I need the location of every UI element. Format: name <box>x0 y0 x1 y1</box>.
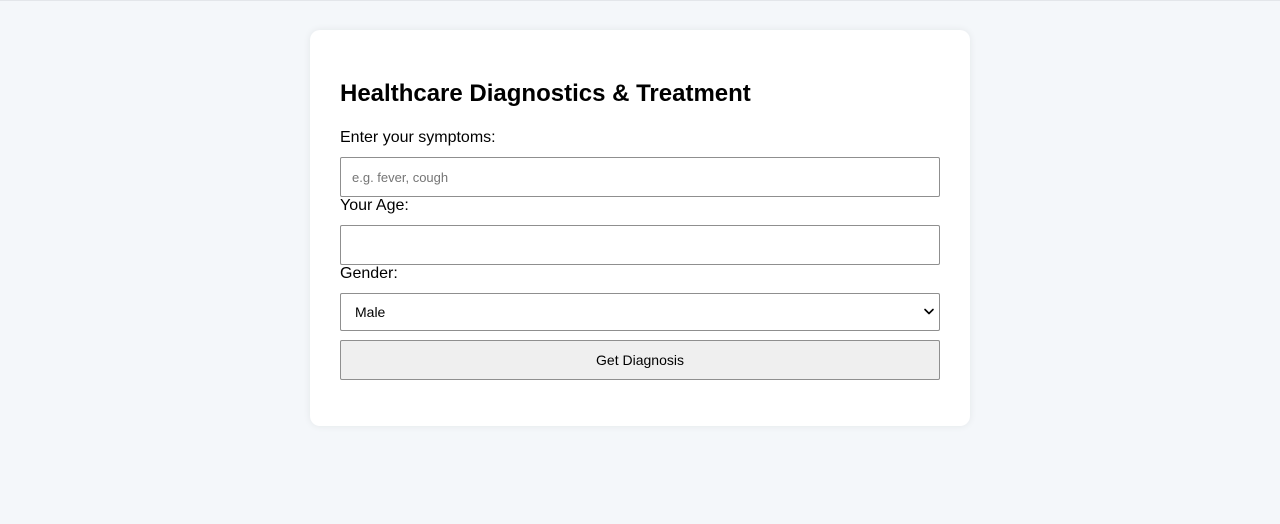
diagnosis-form-card: Healthcare Diagnostics & Treatment Enter… <box>310 30 970 426</box>
gender-selected-value: Male <box>355 304 386 320</box>
get-diagnosis-button[interactable]: Get Diagnosis <box>340 340 940 380</box>
chevron-down-icon <box>924 308 934 315</box>
symptoms-label: Enter your symptoms: <box>340 129 496 146</box>
symptoms-input[interactable] <box>340 157 940 197</box>
gender-select[interactable]: Male <box>340 293 940 331</box>
age-label: Your Age: <box>340 197 409 214</box>
gender-label: Gender: <box>340 265 398 282</box>
age-input[interactable] <box>340 225 940 265</box>
top-divider <box>0 0 1280 1</box>
page-title: Healthcare Diagnostics & Treatment <box>340 80 751 107</box>
